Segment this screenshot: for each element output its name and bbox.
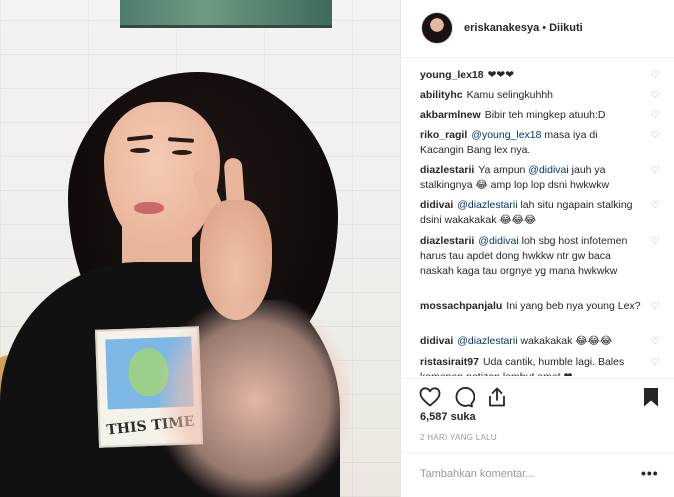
comment-bubble-icon[interactable] [451,385,476,409]
comment-like-heart-icon[interactable]: ♡ [650,337,660,347]
comment-mention-link[interactable]: @didivai [478,235,518,247]
comment-item: didivai @diazlestarii lah situ ngapain st… [420,198,642,228]
comment-author-link[interactable]: young_lex18 [420,69,484,81]
comment-like-heart-icon[interactable]: ♡ [650,111,660,121]
comment-item: ristasirait97 Uda cantik, humble lagi. Ba… [420,355,642,376]
person-lips [134,202,164,214]
comments-list[interactable]: young_lex18 ❤❤❤ ♡ abilityhc Kamu selingkuhhh… [401,66,674,376]
comment-text: Ya ampun [478,164,529,176]
comment-text: Kamu selingkuhhh [466,89,553,101]
add-comment-input[interactable] [420,466,620,482]
comment-item: diazlestarii @didivai loh sbg host infote… [420,234,642,279]
comment-mention-link[interactable]: @diazlestarii [457,335,517,347]
comment-item: young_lex18 ❤❤❤ [420,68,642,83]
comment-like-heart-icon[interactable]: ♡ [650,71,660,81]
username-link[interactable]: eriskanakesya [464,22,539,34]
bookmark-icon[interactable] [639,385,663,409]
follow-status-button[interactable]: Diikuti [549,22,583,34]
share-icon[interactable] [485,385,509,409]
header-text: eriskanakesya • Diikuti [464,22,583,34]
comment-like-heart-icon[interactable]: ♡ [650,166,660,176]
comment-item: diazlestarii Ya ampun @didivai jauh ya st… [420,163,642,193]
comment-item: didivai @diazlestarii wakakakak 😂😂😂 [420,334,642,349]
heart-outline-icon[interactable] [418,385,442,409]
comment-like-heart-icon[interactable]: ♡ [650,201,660,211]
comment-item: abilityhc Kamu selingkuhhh [420,88,642,103]
comment-like-heart-icon[interactable]: ♡ [650,91,660,101]
eye-left [130,148,150,153]
comment-mention-link[interactable]: @diazlestarii [457,199,517,211]
comment-author-link[interactable]: didivai [420,335,453,347]
comment-item: akbarmlnew Bibir teh mingkep atuuh:D [420,108,642,123]
comment-author-link[interactable]: diazlestarii [420,235,474,247]
comment-author-link[interactable]: akbarmlnew [420,109,481,121]
comment-mention-link[interactable]: @didivai [528,164,568,176]
comment-like-heart-icon[interactable]: ♡ [650,358,660,368]
comment-text: wakakakak 😂😂😂 [517,335,613,347]
comment-item: riko_ragil @young_lex18 masa iya di Kacan… [420,128,642,158]
comment-author-link[interactable]: abilityhc [420,89,463,101]
comment-mention-link[interactable]: @young_lex18 [471,129,541,141]
post-photo[interactable]: THIS TIME [0,0,400,497]
likes-count[interactable]: 6,587 suka [420,411,476,423]
header-separator: • [542,22,547,34]
comment-like-heart-icon[interactable]: ♡ [650,131,660,141]
comment-text: Ini yang beb nya young Lex? [506,300,641,312]
comment-author-link[interactable]: mossachpanjalu [420,300,502,312]
post-header: eriskanakesya • Diikuti [401,0,674,58]
comment-author-link[interactable]: didivai [420,199,453,211]
action-bar [401,378,674,412]
avatar[interactable] [421,12,453,44]
comment-like-heart-icon[interactable]: ♡ [650,302,660,312]
post-timestamp: 2 HARI YANG LALU [420,433,497,442]
comment-author-link[interactable]: diazlestarii [420,164,474,176]
comment-text: ❤❤❤ [487,69,515,81]
comment-author-link[interactable]: riko_ragil [420,129,467,141]
more-options-icon[interactable]: ••• [641,465,659,481]
comment-text: Bibir teh mingkep atuuh:D [484,109,606,121]
eye-right [172,150,192,155]
comment-item: mossachpanjalu Ini yang beb nya young Lex… [420,299,642,314]
post-side-panel: eriskanakesya • Diikuti young_lex18 ❤❤❤ ♡ abi… [400,0,674,497]
wall-painting [120,0,332,28]
add-comment-section: ••• [401,452,674,497]
blurred-foreground-hand [160,300,350,497]
comment-like-heart-icon[interactable]: ♡ [650,237,660,247]
comment-author-link[interactable]: ristasirait97 [420,356,479,368]
